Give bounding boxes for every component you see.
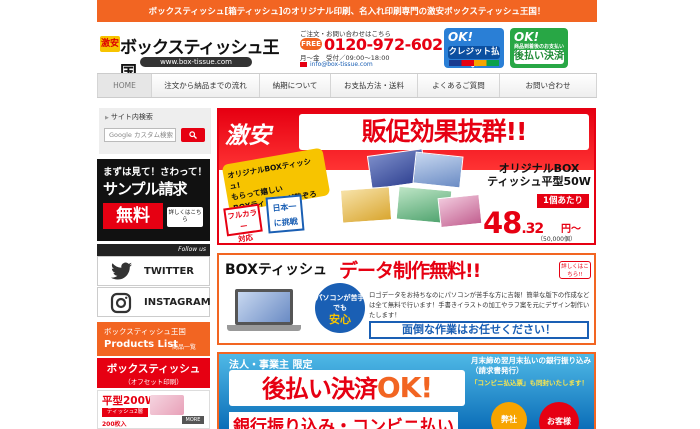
banner2-header: BOXティッシュ データ制作無料!!: [219, 255, 594, 282]
sample-more-button[interactable]: 詳しくはこちら: [167, 207, 203, 227]
sample-line2: サンプル請求: [103, 180, 188, 198]
headline-text: 後払い決済: [261, 375, 378, 403]
freedial-icon: FREE: [300, 38, 322, 50]
credit-card-badge[interactable]: OK! クレジット払い: [444, 28, 504, 70]
sample-free: 無料: [103, 203, 163, 229]
product-line: オリジナルBOX: [498, 162, 580, 175]
flat-more-button[interactable]: MORE: [182, 416, 204, 424]
site-logo[interactable]: 激安 ボックスティッシュ王国 www.box-tissue.com: [100, 30, 292, 83]
box-tissue-sub: （オフセット印刷）: [124, 378, 183, 386]
instagram-link[interactable]: INSTAGRAM: [97, 287, 211, 317]
after-label: 後払い決済: [514, 50, 564, 64]
banner3-circle-company: 弊社: [491, 402, 527, 429]
japan-line: に挑戦: [273, 216, 299, 228]
box-tissue-offset-link[interactable]: ボックスティッシュ （オフセット印刷）: [97, 358, 210, 388]
main-nav: HOME 注文から納品までの流れ 納期について お支払方法・送料 よくあるご質問…: [97, 73, 597, 98]
tissue-box-image: [150, 395, 184, 415]
flat-count: 200枚入: [102, 421, 127, 428]
top-announcement-text: ボックスティッシュ[箱ティッシュ]のオリジナル印刷、名入れ印刷専門の激安ボックス…: [148, 7, 546, 17]
nav-faq[interactable]: よくあるご質問: [418, 74, 500, 97]
headline-ok: OK!: [376, 371, 433, 404]
banner2-bottom: 面倒な作業はお任せください！: [369, 321, 589, 339]
nav-home[interactable]: HOME: [97, 74, 152, 97]
banner2-headline: データ制作無料!!: [339, 260, 481, 282]
logo-prefix: 激安: [100, 36, 120, 52]
after-ok-text: OK!: [514, 30, 539, 44]
top-announcement-bar: ボックスティッシュ[箱ティッシュ]のオリジナル印刷、名入れ印刷専門の激安ボックス…: [97, 0, 597, 22]
card-brands-icon: [449, 60, 499, 66]
tissue-box-image: [339, 186, 393, 224]
product-line: ティッシュ平型50W: [487, 175, 591, 188]
right-text: 月末締め翌月末払いの銀行振り込み（請求書発行）: [471, 356, 591, 375]
nav-order-flow[interactable]: 注文から納品までの流れ: [152, 74, 260, 97]
search-title: サイト内検索: [105, 112, 153, 122]
flat-title: 平型200W: [102, 395, 157, 407]
follow-us-bar: Follow us: [97, 244, 210, 256]
twitter-icon: [111, 262, 132, 280]
box-tissue-label: ボックスティッシュ: [106, 363, 201, 375]
data-creation-banner[interactable]: BOXティッシュ データ制作無料!! 詳しくはこちら!! パソコンが苦手でも 安…: [217, 253, 596, 345]
banner2-circle: パソコンが苦手でも 安心: [315, 283, 365, 333]
follow-us-label: Follow us: [178, 246, 206, 253]
banner1-product: オリジナルBOX ティッシュ平型50W: [487, 162, 591, 188]
site-search: サイト内検索 Google カスタム検索: [99, 108, 211, 154]
products-shop-name: ボックスティッシュ王国: [104, 327, 186, 336]
circle-top: パソコンが苦手でも: [315, 294, 365, 312]
products-title: Products List: [104, 339, 179, 350]
contact-info: ご注文・お問い合わせはこちら FREE 0120-972-602 月〜金 受付／…: [300, 28, 443, 68]
banner3-circle-customer: お客様: [539, 402, 579, 429]
sample-request-banner[interactable]: まずは見て！さわって！ サンプル請求 無料 詳しくはこちら: [97, 159, 210, 241]
nav-contact[interactable]: お問い合わせ: [500, 74, 597, 97]
credit-label: クレジット払い: [448, 46, 500, 70]
sample-line1: まずは見て！さわって！: [103, 167, 208, 178]
banner3-top: 法人・事業主 限定: [229, 360, 313, 371]
banner1-price: 48.32: [483, 206, 544, 240]
banner3-bottom: 銀行振り込み・コンビニ払い: [229, 412, 458, 429]
deferred-payment-badge[interactable]: OK! 商品到着後のお支払い 後払い決済: [510, 28, 568, 68]
banner1-headline: 販促効果抜群!!: [299, 114, 589, 150]
tissue-box-image: [437, 193, 483, 229]
products-subtitle: 商品一覧: [172, 344, 197, 351]
price-int: 48: [483, 206, 522, 240]
banner1-per-unit: 1個あたり: [537, 194, 589, 208]
banner1-yen: 円〜: [561, 224, 581, 235]
laptop-icon: [227, 289, 301, 333]
search-input[interactable]: Google カスタム検索: [104, 128, 176, 142]
twitter-label: TWITTER: [144, 266, 194, 277]
banner2-text: ロゴデータをお持ちなのにパソコンが苦手な方に吉報！簡単な版下の作成などは全て無料…: [369, 292, 590, 319]
nav-payment-shipping[interactable]: お支払方法・送料: [331, 74, 418, 97]
banner1-gekiyasu: 激安: [225, 123, 271, 149]
flat-ply: ティッシュ2層: [102, 408, 148, 417]
japan-no1-badge: 日本一 に挑戦: [265, 194, 305, 234]
instagram-label: INSTAGRAM: [144, 297, 211, 308]
banner3-headline: 後払い決済OK!: [229, 370, 465, 406]
search-icon: [189, 131, 197, 139]
fullcolor-badge: フルカラー 対応: [223, 203, 263, 243]
email-link[interactable]: info@box-tissue.com: [300, 61, 373, 68]
banner1-qty: （50,000個）: [537, 236, 576, 243]
right-note: 「コンビニ払込票」も同封いたします！: [471, 379, 588, 387]
logo-url: www.box-tissue.com: [140, 57, 252, 67]
search-button[interactable]: [181, 128, 205, 142]
banner2-left: BOXティッシュ: [225, 262, 328, 278]
hero-banner-promo[interactable]: 激安 販促効果抜群!! オリジナルBOXティッシュ! もらって嬉しい BOXティ…: [217, 108, 596, 245]
banner3-right: 月末締め翌月末払いの銀行振り込み（請求書発行） 「コンビニ払込票」も同封いたしま…: [471, 356, 594, 388]
circle-main: 安心: [329, 313, 351, 326]
twitter-link[interactable]: TWITTER: [97, 256, 210, 286]
after-sub-text: 商品到着後のお支払い: [514, 44, 565, 50]
products-list-header[interactable]: ボックスティッシュ王国 Products List 商品一覧: [97, 322, 210, 356]
nav-delivery[interactable]: 納期について: [260, 74, 331, 97]
flat-200w-link[interactable]: 平型200W ティッシュ2層 200枚入 MORE: [97, 390, 210, 429]
banner2-more-button[interactable]: 詳しくはこちら!!: [559, 261, 591, 279]
deferred-payment-banner[interactable]: 法人・事業主 限定 後払い決済OK! 月末締め翌月末払いの銀行振り込み（請求書発…: [217, 352, 596, 429]
tissue-box-image: [412, 151, 464, 189]
instagram-icon: [110, 292, 132, 314]
credit-ok-text: OK!: [448, 30, 473, 44]
